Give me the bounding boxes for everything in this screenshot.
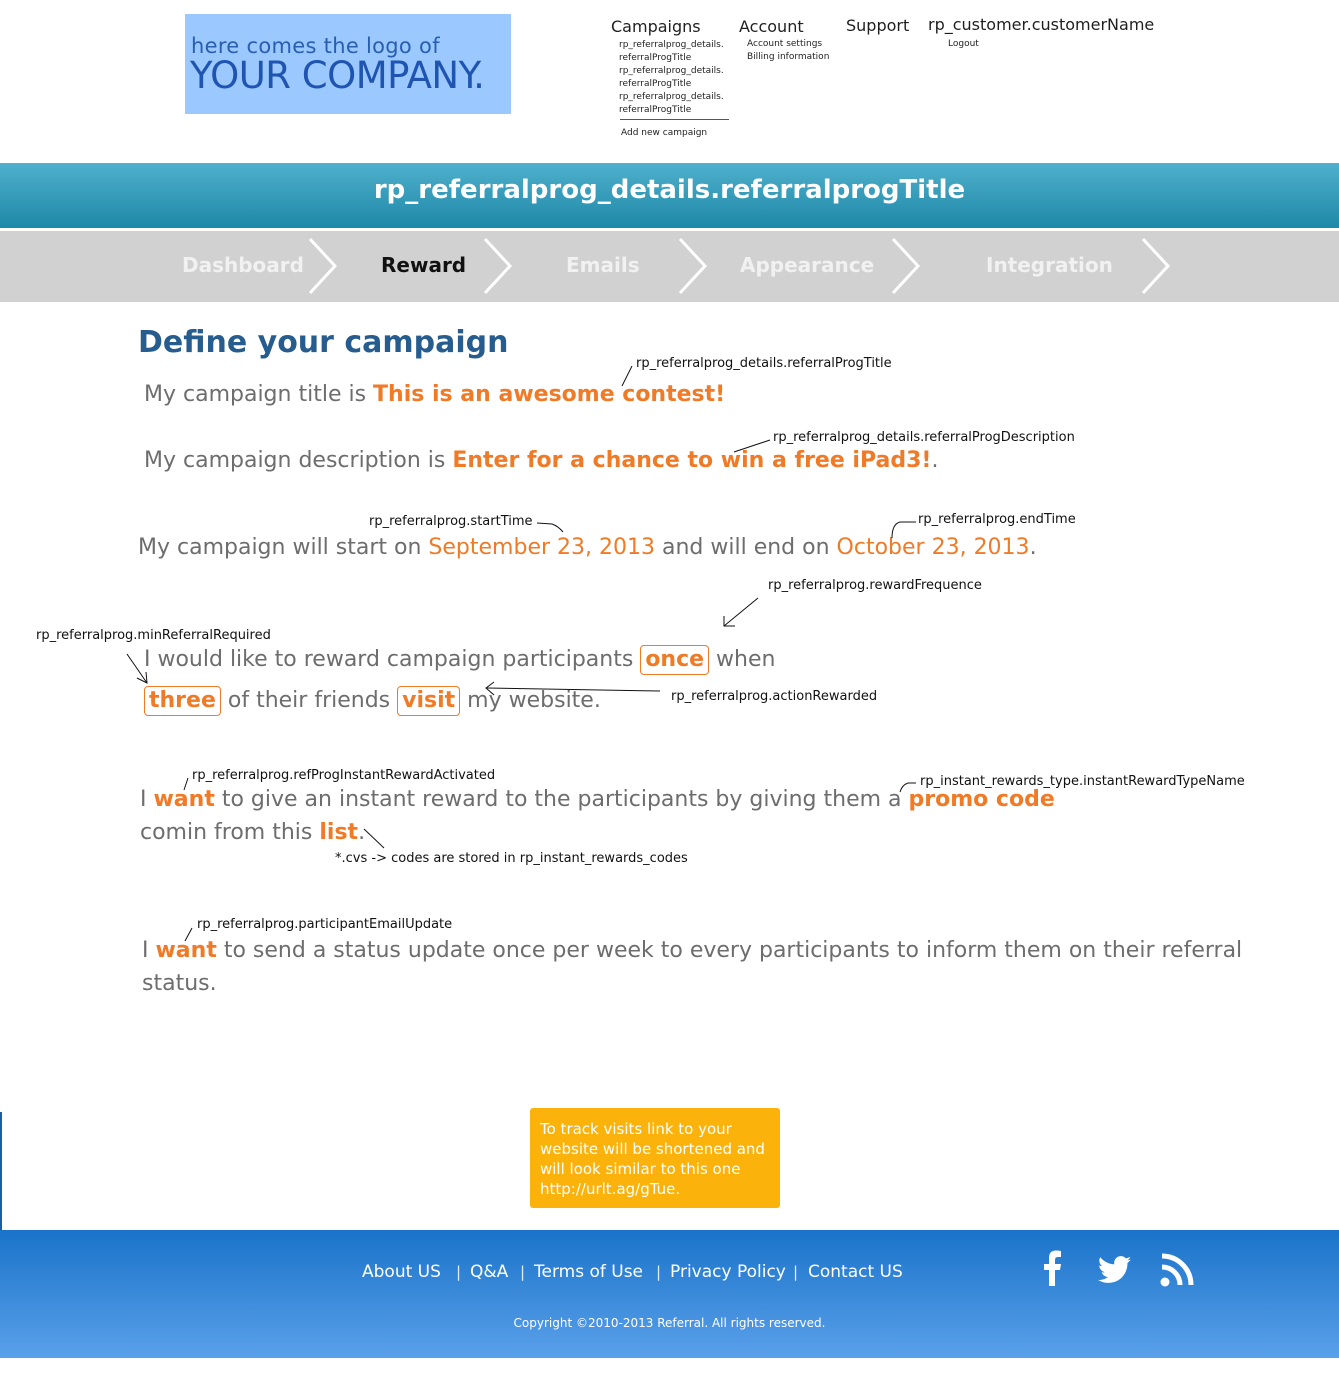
tracking-tip-text: To track visits link to your website wil…	[540, 1120, 765, 1198]
footer-link-contact[interactable]: Contact US	[808, 1262, 903, 1282]
footer-separator: |	[520, 1263, 526, 1281]
account-settings-link[interactable]: Account settings	[747, 38, 829, 51]
chevron-right-icon	[483, 237, 513, 295]
nav-divider	[620, 119, 729, 120]
instant-reward-sentence-line1: I want to give an instant reward to the …	[140, 787, 1055, 812]
status-update-sentence-line1: I want to send a status update once per …	[142, 938, 1243, 963]
status-update-toggle[interactable]: want	[155, 938, 216, 963]
left-edge-rule	[0, 1112, 2, 1232]
end-date-value[interactable]: October 23, 2013	[837, 535, 1030, 560]
reward-sentence-line2: three of their friends visit my website.	[144, 686, 601, 716]
campaign-title-bar: rp_referralprog_details.referralprogTitl…	[0, 163, 1339, 228]
footer-link-terms[interactable]: Terms of Use	[534, 1262, 643, 1282]
footer-link-about[interactable]: About US	[362, 1262, 441, 1282]
min-referral-select[interactable]: three	[144, 686, 221, 716]
campaign-dates-sentence: My campaign will start on September 23, …	[138, 535, 1037, 560]
footer-link-privacy[interactable]: Privacy Policy	[670, 1262, 786, 1282]
annotation-reward-frequence: rp_referralprog.rewardFrequence	[768, 578, 982, 593]
campaign-link[interactable]: referralProgTitle	[619, 104, 724, 117]
reward-sentence-line1: I would like to reward campaign particip…	[144, 645, 775, 675]
rss-icon[interactable]	[1160, 1253, 1194, 1287]
page-heading: Define your campaign	[138, 325, 509, 360]
step-reward[interactable]: Reward	[381, 253, 466, 277]
step-dashboard[interactable]: Dashboard	[182, 253, 304, 277]
logo-company-name: YOUR COMPANY.	[190, 54, 485, 97]
nav-support[interactable]: Support	[846, 16, 909, 35]
tracking-tip: To track visits link to your website wil…	[530, 1108, 780, 1208]
annotation-end-time: rp_referralprog.endTime	[918, 512, 1076, 527]
campaign-description-value[interactable]: Enter for a chance to win a free iPad3!	[452, 448, 931, 473]
facebook-icon[interactable]	[1040, 1250, 1064, 1286]
step-integration[interactable]: Integration	[986, 253, 1113, 277]
annotation-instant-reward: rp_referralprog.refProgInstantRewardActi…	[192, 768, 496, 783]
footer-link-qa[interactable]: Q&A	[470, 1262, 508, 1282]
campaign-link[interactable]: rp_referralprog_details.	[619, 91, 724, 104]
nav-customer-name[interactable]: rp_customer.customerName	[928, 15, 1154, 34]
instant-reward-sentence-line2: comin from this list.	[140, 820, 366, 845]
annotation-action-rewarded: rp_referralprog.actionRewarded	[671, 689, 878, 704]
step-emails[interactable]: Emails	[566, 253, 640, 277]
logout-link[interactable]: Logout	[948, 38, 979, 51]
campaign-link[interactable]: referralProgTitle	[619, 52, 724, 65]
annotation-min-referral: rp_referralprog.minReferralRequired	[36, 628, 271, 643]
annotation-codes: *.cvs -> codes are stored in rp_instant_…	[335, 851, 688, 866]
footer-separator: |	[456, 1263, 462, 1281]
instant-reward-toggle[interactable]: want	[153, 787, 214, 812]
campaign-link[interactable]: rp_referralprog_details.	[619, 65, 724, 78]
annotation-instant-reward-type: rp_instant_rewards_type.instantRewardTyp…	[920, 774, 1245, 789]
campaign-link[interactable]: rp_referralprog_details.	[619, 39, 724, 52]
status-update-sentence-line2: status.	[142, 971, 217, 996]
step-appearance[interactable]: Appearance	[740, 253, 874, 277]
instant-reward-type-select[interactable]: promo code	[909, 787, 1055, 812]
annotation-start-time: rp_referralprog.startTime	[369, 514, 533, 529]
nav-account[interactable]: Account	[739, 17, 804, 36]
codes-list-link[interactable]: list	[319, 820, 358, 845]
nav-account-list: Account settings Billing information	[747, 38, 829, 64]
twitter-icon[interactable]	[1098, 1256, 1132, 1284]
add-campaign-link[interactable]: Add new campaign	[621, 127, 707, 140]
annotation-title: rp_referralprog_details.referralProgTitl…	[636, 356, 892, 371]
billing-information-link[interactable]: Billing information	[747, 51, 829, 64]
chevron-right-icon	[1141, 237, 1171, 295]
campaign-title-value[interactable]: This is an awesome contest!	[373, 382, 725, 407]
chevron-right-icon	[308, 237, 338, 295]
campaign-description-sentence: My campaign description is Enter for a c…	[144, 448, 939, 473]
wizard-steps: Dashboard Reward Emails Appearance Integ…	[0, 231, 1339, 302]
campaign-title: rp_referralprog_details.referralprogTitl…	[373, 175, 966, 205]
annotation-email-update: rp_referralprog.participantEmailUpdate	[197, 917, 453, 932]
chevron-right-icon	[891, 237, 921, 295]
campaign-link[interactable]: referralProgTitle	[619, 78, 724, 91]
footer: About US | Q&A | Terms of Use | Privacy …	[0, 1230, 1339, 1358]
chevron-right-icon	[678, 237, 708, 295]
footer-separator: |	[656, 1263, 662, 1281]
nav-campaigns-list: rp_referralprog_details. referralProgTit…	[619, 39, 724, 117]
reward-frequence-select[interactable]: once	[640, 645, 710, 675]
company-logo[interactable]: here comes the logo of YOUR COMPANY.	[185, 14, 511, 114]
nav-campaigns[interactable]: Campaigns	[611, 17, 701, 36]
annotation-description: rp_referralprog_details.referralProgDesc…	[773, 430, 1075, 445]
copyright-text: Copyright ©2010-2013 Referral. All right…	[513, 1316, 826, 1330]
start-date-value[interactable]: September 23, 2013	[428, 535, 655, 560]
action-rewarded-select[interactable]: visit	[397, 686, 461, 716]
footer-separator: |	[793, 1263, 799, 1281]
campaign-title-sentence: My campaign title is This is an awesome …	[144, 382, 726, 407]
